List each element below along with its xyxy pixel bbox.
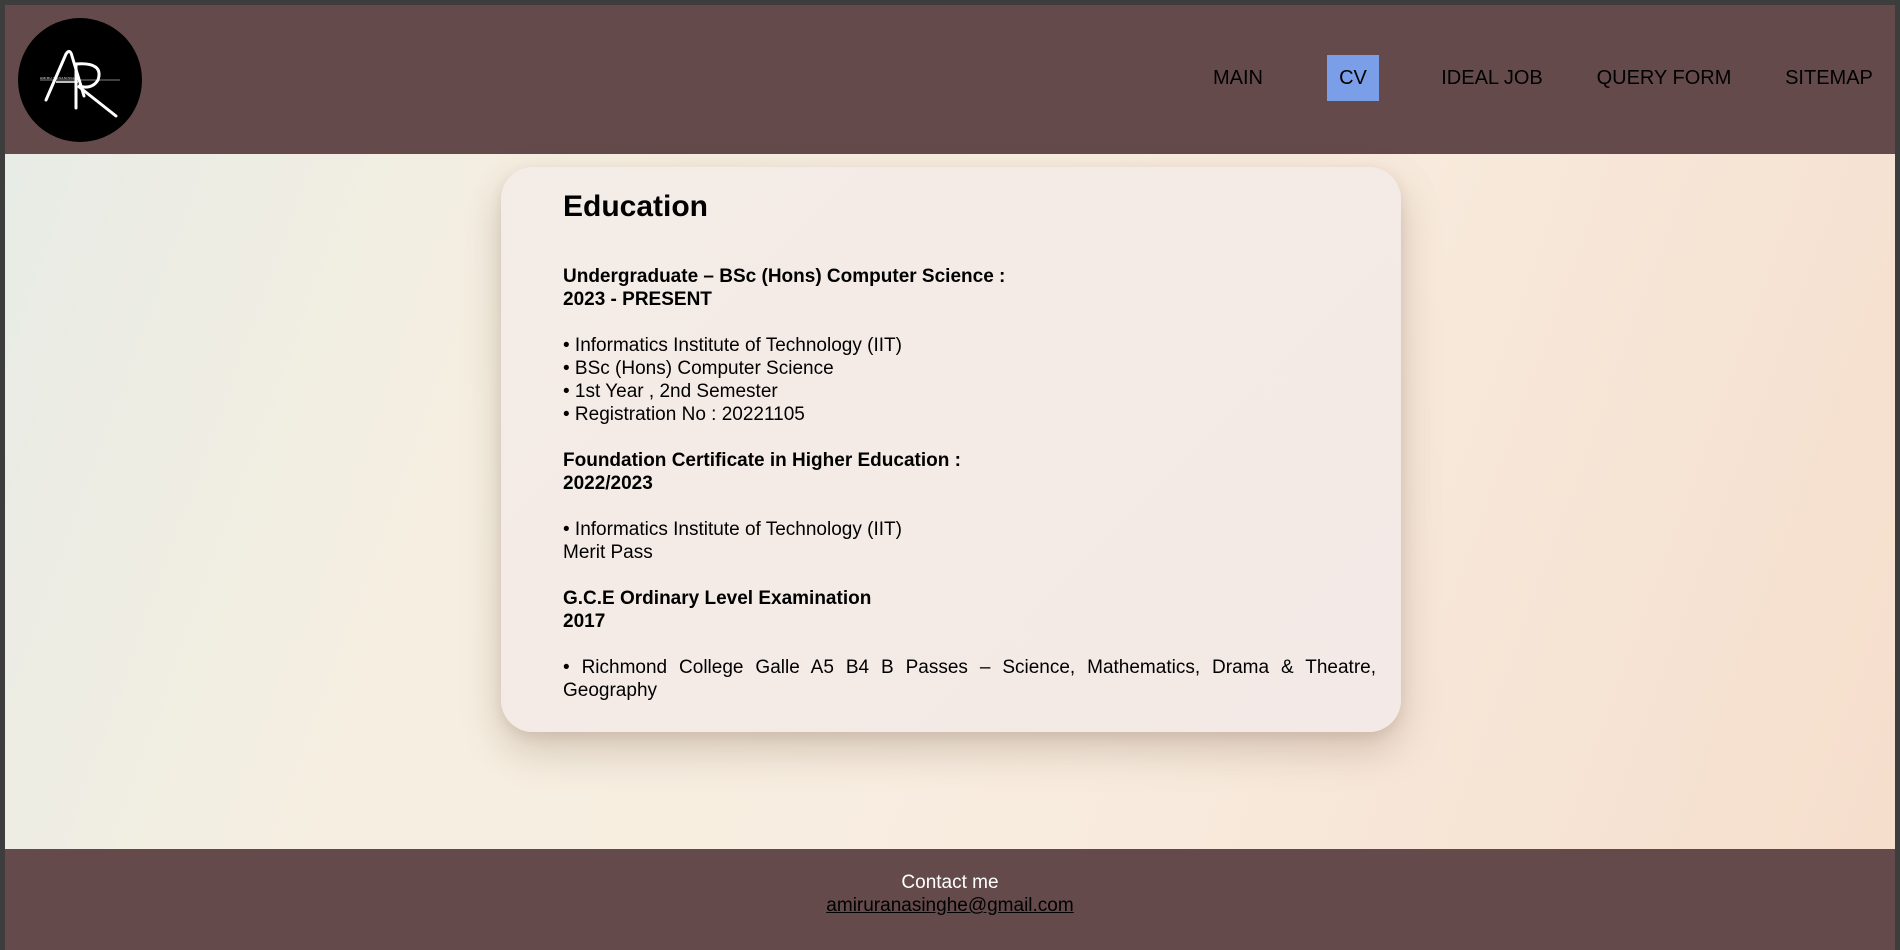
undergraduate-period: 2023 - PRESENT: [563, 289, 712, 310]
nav-query-form[interactable]: QUERY FORM: [1591, 55, 1737, 101]
list-item: • Registration No : 20221105: [563, 404, 805, 425]
list-item: • Informatics Institute of Technology (I…: [563, 335, 902, 356]
foundation-period: 2022/2023: [563, 473, 653, 494]
page: AR AMIRU RANASINGHE MAIN CV IDEAL JOB QU…: [5, 5, 1895, 950]
education-content: Education Undergraduate – BSc (Hons) Com…: [563, 189, 1376, 702]
site-logo[interactable]: AR AMIRU RANASINGHE: [18, 18, 142, 142]
nav-main[interactable]: MAIN: [1209, 55, 1267, 101]
logo-tagline: AMIRU RANASINGHE: [40, 76, 79, 80]
list-item: • BSc (Hons) Computer Science: [563, 358, 834, 379]
nav-ideal-job[interactable]: IDEAL JOB: [1436, 55, 1548, 101]
ol-period: 2017: [563, 611, 606, 632]
ar-monogram-logo-icon: [40, 49, 120, 118]
footer-bar: Contact me amiruranasinghe@gmail.com: [5, 849, 1895, 950]
list-item: • Richmond College Galle A5 B4 B Passes …: [563, 657, 1376, 701]
contact-email-link[interactable]: amiruranasinghe@gmail.com: [826, 895, 1073, 916]
list-item: • 1st Year , 2nd Semester: [563, 381, 778, 402]
list-item: • Informatics Institute of Technology (I…: [563, 519, 902, 540]
header-bar: AR AMIRU RANASINGHE MAIN CV IDEAL JOB QU…: [5, 5, 1895, 154]
undergraduate-heading: Undergraduate – BSc (Hons) Computer Scie…: [563, 266, 1006, 287]
ol-heading: G.C.E Ordinary Level Examination: [563, 588, 872, 609]
list-item: Merit Pass: [563, 542, 653, 563]
contact-label: Contact me: [901, 872, 999, 893]
education-card: Education Undergraduate – BSc (Hons) Com…: [501, 167, 1401, 732]
foundation-heading: Foundation Certificate in Higher Educati…: [563, 450, 961, 471]
nav-cv[interactable]: CV: [1327, 55, 1379, 101]
nav-sitemap[interactable]: SITEMAP: [1781, 55, 1877, 101]
education-title: Education: [563, 190, 709, 223]
